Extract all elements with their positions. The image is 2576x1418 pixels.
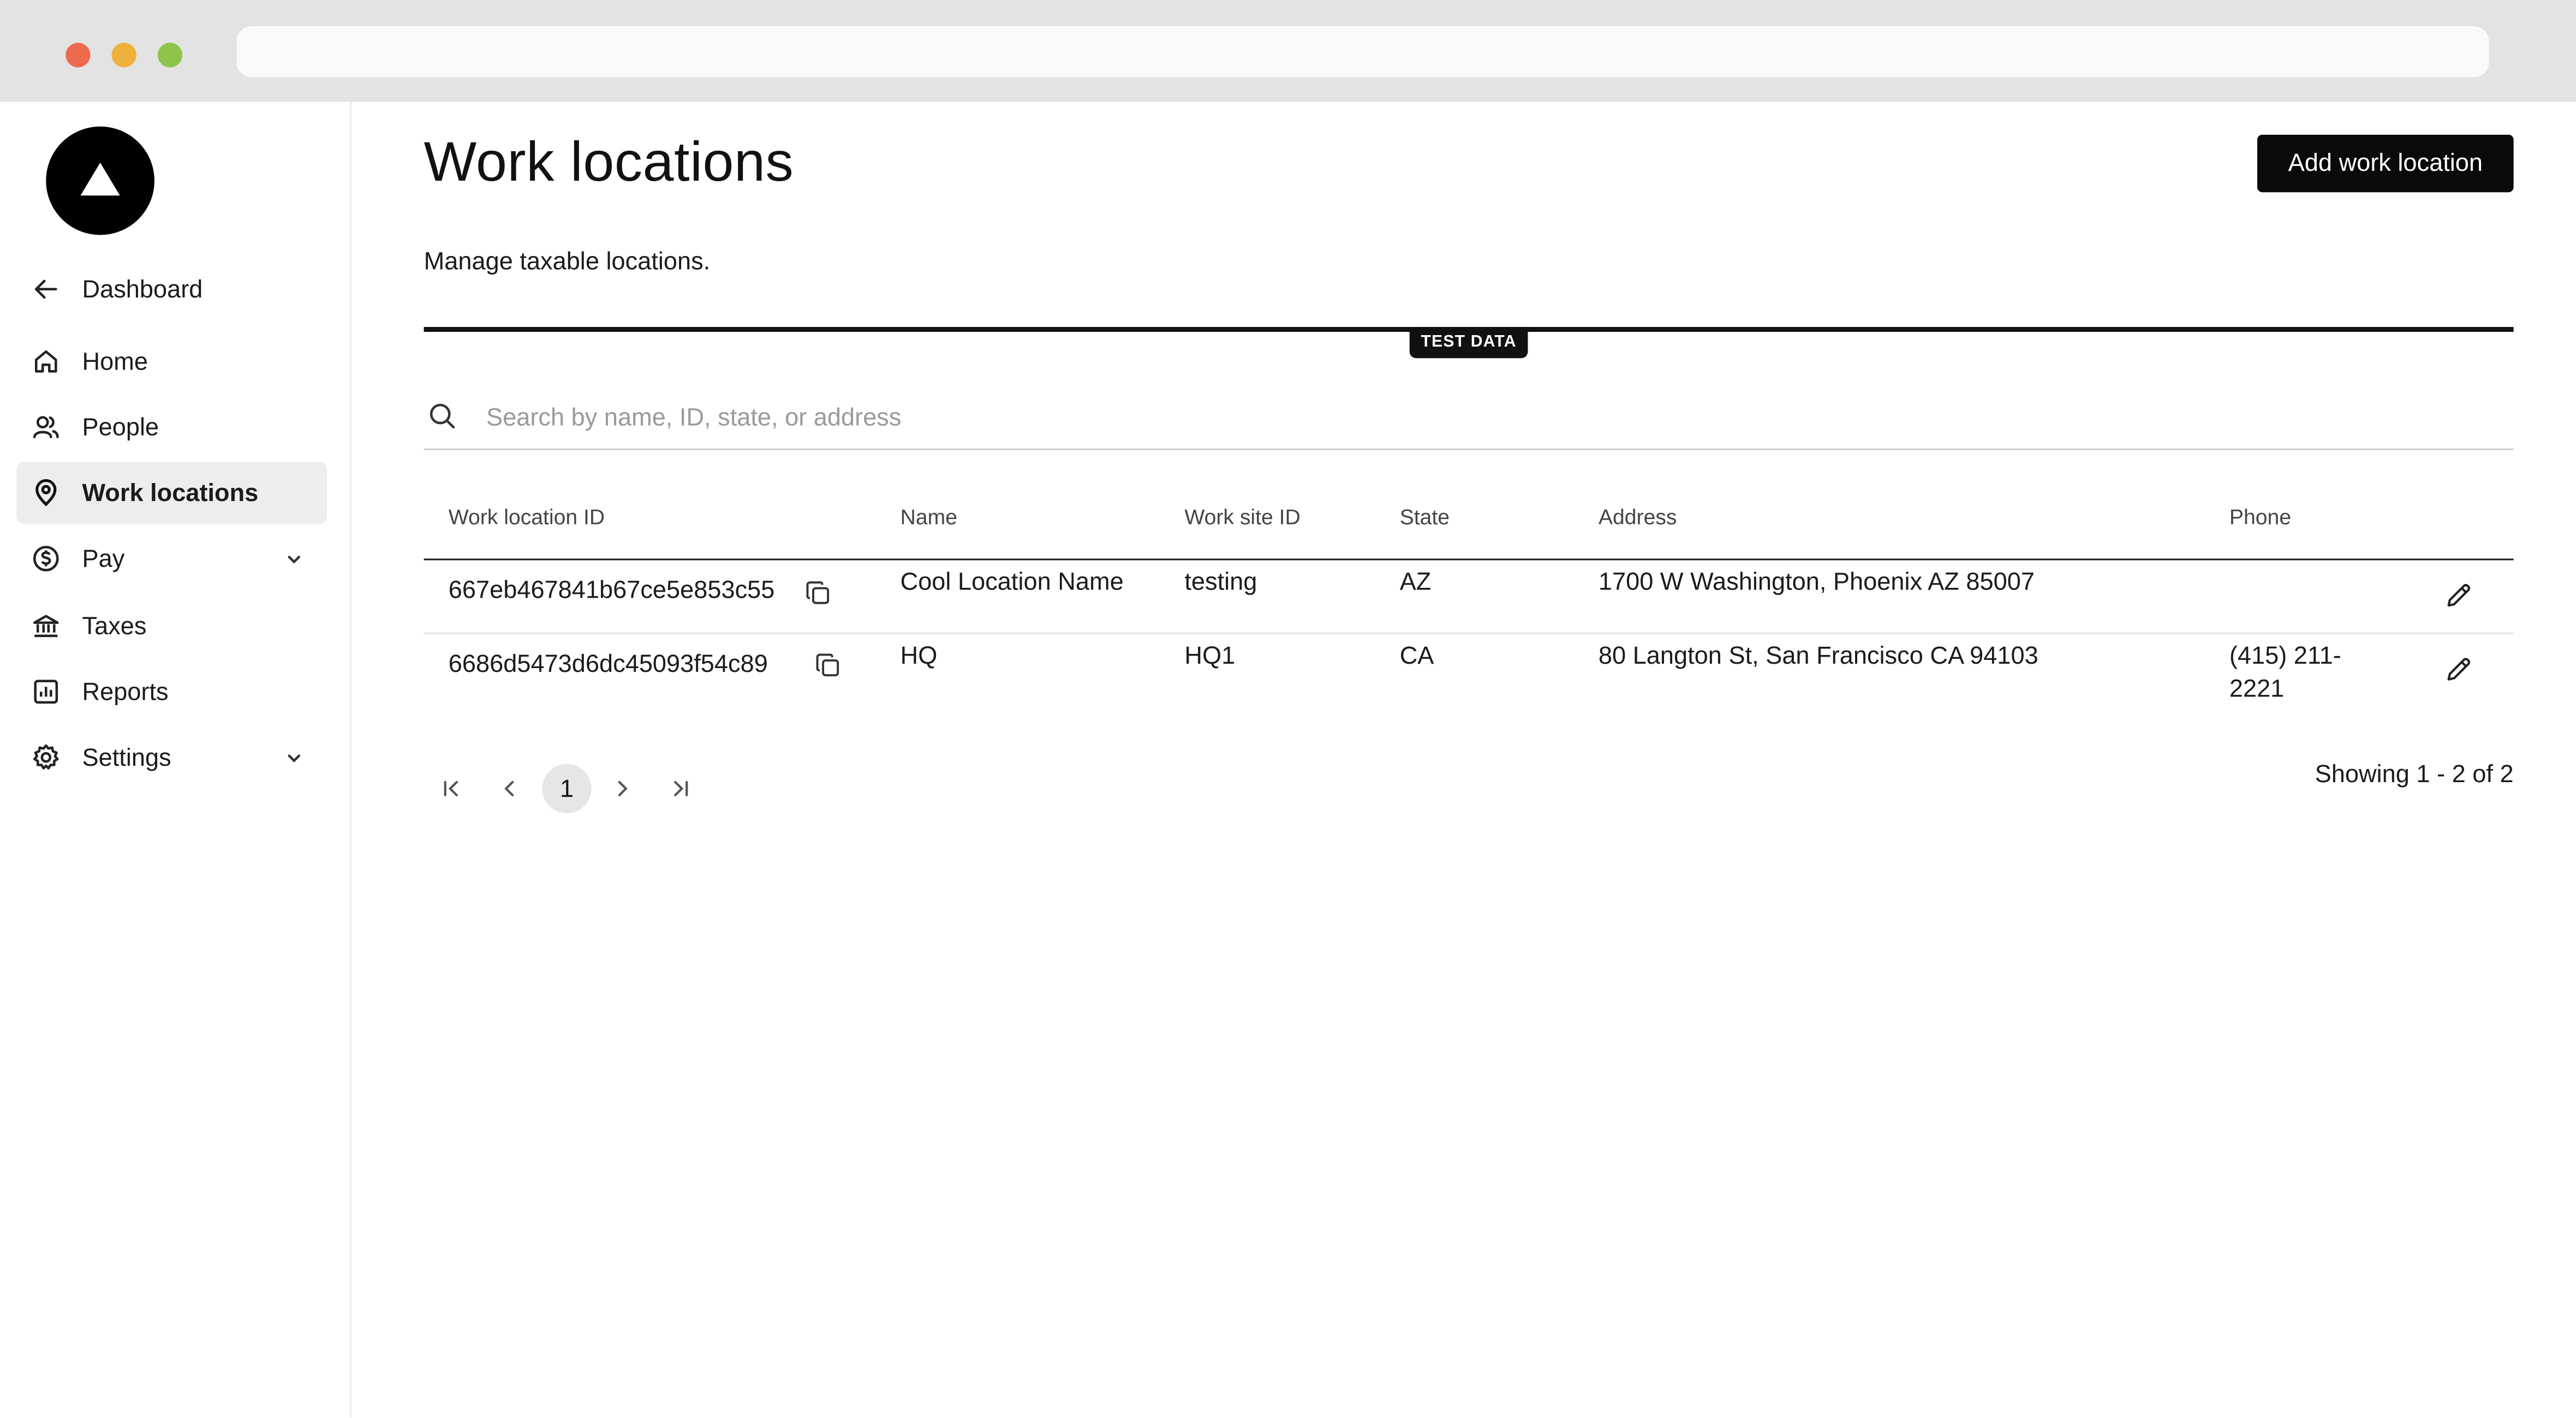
copy-icon[interactable] <box>805 580 831 606</box>
column-header-address[interactable]: Address <box>1599 504 1677 529</box>
column-header-state[interactable]: State <box>1400 504 1450 529</box>
state: AZ <box>1399 568 1432 597</box>
sidebar: Dashboard Home People Work locations Pay… <box>0 102 352 1418</box>
add-work-location-button[interactable]: Add work location <box>2257 134 2514 193</box>
home-icon <box>31 347 61 376</box>
table-row[interactable]: 6686d5473d6dc45093f54c89 HQ HQ1 CA 80 La… <box>424 634 2514 720</box>
sidebar-item-label: Pay <box>82 544 125 573</box>
work-location-id: 667eb467841b67ce5e853c55 <box>448 576 775 605</box>
sidebar-item-label: Taxes <box>82 612 147 640</box>
app-window: Dashboard Home People Work locations Pay… <box>0 0 2576 1418</box>
last-page-button[interactable] <box>659 766 701 812</box>
gear-icon <box>31 743 61 772</box>
sidebar-item-label: Dashboard <box>82 275 203 303</box>
column-header-phone[interactable]: Phone <box>2229 504 2291 529</box>
location-name: Cool Location Name <box>900 568 1124 597</box>
edit-pencil-icon[interactable] <box>2444 656 2472 683</box>
bank-icon <box>31 611 61 641</box>
column-header-name[interactable]: Name <box>901 504 957 529</box>
sidebar-item-label: Home <box>82 347 148 376</box>
column-header-work-location-id[interactable]: Work location ID <box>449 504 605 529</box>
people-icon <box>31 413 61 442</box>
work-site-id: testing <box>1184 568 1257 597</box>
close-window-button[interactable] <box>65 43 91 68</box>
sidebar-item-label: Work locations <box>82 479 259 507</box>
sidebar-item-people[interactable]: People <box>16 396 327 458</box>
work-site-id: HQ1 <box>1184 642 1236 671</box>
dollar-circle-icon <box>31 544 61 573</box>
address-bar[interactable] <box>236 26 2489 78</box>
address: 80 Langton St, San Francisco CA 94103 <box>1598 642 2038 671</box>
search-icon <box>430 403 455 428</box>
table-row[interactable]: 667eb467841b67ce5e853c55 Cool Location N… <box>424 560 2514 634</box>
chevron-right-icon <box>618 781 628 797</box>
table-header: Work location ID Name Work site ID State… <box>424 488 2514 561</box>
browser-chrome <box>0 0 2576 102</box>
page-1-button[interactable]: 1 <box>542 764 592 814</box>
maximize-window-button[interactable] <box>157 43 183 68</box>
pagination-summary: Showing 1 - 2 of 2 <box>2315 760 2514 789</box>
sidebar-item-home[interactable]: Home <box>16 330 327 392</box>
sidebar-item-label: People <box>82 413 159 442</box>
minimize-window-button[interactable] <box>111 43 136 68</box>
chevron-left-icon <box>504 781 514 797</box>
search-bar <box>424 388 2514 450</box>
phone-continued: 2221 <box>2229 675 2285 704</box>
logo[interactable] <box>46 126 154 235</box>
sidebar-item-reports[interactable]: Reports <box>16 660 327 723</box>
work-location-id: 6686d5473d6dc45093f54c89 <box>448 651 768 679</box>
chevron-first-icon <box>444 781 458 797</box>
previous-page-button[interactable] <box>488 766 530 812</box>
location-name: HQ <box>900 642 938 671</box>
page-title: Work locations <box>424 131 794 194</box>
arrow-left-icon <box>31 275 61 304</box>
edit-pencil-icon[interactable] <box>2444 582 2472 610</box>
address: 1700 W Washington, Phoenix AZ 85007 <box>1598 568 2035 597</box>
sidebar-item-label: Settings <box>82 743 171 772</box>
sidebar-item-label: Reports <box>82 677 169 706</box>
page-subtitle: Manage taxable locations. <box>424 248 711 276</box>
copy-icon[interactable] <box>815 652 841 678</box>
chart-icon <box>31 677 61 706</box>
next-page-button[interactable] <box>601 766 644 812</box>
triangle-logo-icon <box>80 163 120 196</box>
column-header-work-site-id[interactable]: Work site ID <box>1184 504 1300 529</box>
map-pin-icon <box>31 478 61 508</box>
sidebar-item-settings[interactable]: Settings <box>16 726 327 789</box>
first-page-button[interactable] <box>431 766 473 812</box>
sidebar-item-dashboard[interactable]: Dashboard <box>16 258 327 320</box>
chevron-down-icon[interactable] <box>283 746 306 769</box>
test-data-badge: TEST DATA <box>1409 327 1528 359</box>
sidebar-item-pay[interactable]: Pay <box>16 527 327 589</box>
sidebar-item-taxes[interactable]: Taxes <box>16 595 327 657</box>
chevron-down-icon[interactable] <box>283 547 306 570</box>
state: CA <box>1399 642 1434 671</box>
chevron-last-icon <box>674 781 688 797</box>
sidebar-item-work-locations[interactable]: Work locations <box>16 461 327 525</box>
phone: (415) 211- <box>2229 642 2341 671</box>
search-input[interactable] <box>482 394 2297 440</box>
